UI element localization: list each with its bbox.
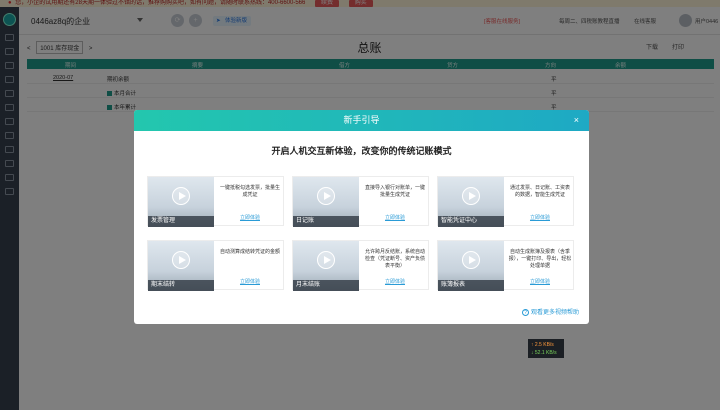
play-icon[interactable] <box>462 187 480 205</box>
card-description: 直接导入银行对账单，一键批量生成凭证 <box>364 185 425 198</box>
try-now-link[interactable]: 立即体验 <box>508 278 572 285</box>
close-icon[interactable]: × <box>574 110 579 131</box>
card-description: 允许跨月反结账，系统自动检查（凭证断号、资产负债表平衡） <box>364 249 425 269</box>
play-icon[interactable] <box>172 251 190 269</box>
try-now-link[interactable]: 立即体验 <box>363 214 427 221</box>
try-now-link[interactable]: 立即体验 <box>218 214 282 221</box>
play-icon[interactable] <box>172 187 190 205</box>
video-thumbnail[interactable]: 智能凭证中心 <box>438 177 504 227</box>
onboarding-modal: 新手引导 × 开启人机交互新体验，改变你的传统记账模式 发票管理 一键抵税勾选发… <box>134 110 589 324</box>
video-thumbnail[interactable]: 期末结转 <box>148 241 214 291</box>
card-description: 通过发票、日记账、工资表的数据，智能生成凭证 <box>509 185 570 198</box>
play-icon[interactable] <box>317 187 335 205</box>
card-name: 发票管理 <box>148 216 214 227</box>
card-name: 期末结转 <box>148 280 214 291</box>
feature-card-journal[interactable]: 日记账 直接导入银行对账单，一键批量生成凭证 立即体验 <box>292 176 429 227</box>
video-thumbnail[interactable]: 月末结账 <box>293 241 359 291</box>
try-now-link[interactable]: 立即体验 <box>218 278 282 285</box>
feature-card-month-close[interactable]: 月末结账 允许跨月反结账，系统自动检查（凭证断号、资产负债表平衡） 立即体验 <box>292 240 429 291</box>
card-name: 账簿报表 <box>438 280 504 291</box>
play-icon[interactable] <box>462 251 480 269</box>
network-speed-widget: ↑ 2.5 KB/s ↓ 52.1 KB/s <box>528 339 564 358</box>
card-description: 自动生成账簿及报表（含季报），一键打印、导出，轻松处理单据 <box>508 249 572 269</box>
video-thumbnail[interactable]: 发票管理 <box>148 177 214 227</box>
card-description: 一键抵税勾选发票，批量生成凭证 <box>219 185 280 198</box>
feature-card-reports[interactable]: 账簿报表 自动生成账簿及报表（含季报），一键打印、导出，轻松处理单据 立即体验 <box>437 240 574 291</box>
card-name: 日记账 <box>293 216 359 227</box>
video-thumbnail[interactable]: 日记账 <box>293 177 359 227</box>
try-now-link[interactable]: 立即体验 <box>508 214 572 221</box>
more-videos-link[interactable]: ? 观看更多视频帮助 <box>521 307 579 316</box>
card-name: 月末结账 <box>293 280 359 291</box>
feature-card-voucher-center[interactable]: 智能凭证中心 通过发票、日记账、工资表的数据，智能生成凭证 立即体验 <box>437 176 574 227</box>
try-now-link[interactable]: 立即体验 <box>363 278 427 285</box>
more-videos-label[interactable]: 观看更多视频帮助 <box>531 310 579 316</box>
modal-title: 新手引导 <box>343 115 380 125</box>
modal-header: 新手引导 × <box>134 110 589 131</box>
download-speed: ↓ 52.1 KB/s <box>531 350 557 356</box>
card-name: 智能凭证中心 <box>438 216 504 227</box>
play-icon[interactable] <box>317 251 335 269</box>
video-thumbnail[interactable]: 账簿报表 <box>438 241 504 291</box>
feature-card-period-close[interactable]: 期末结转 自动测算成结转凭证的金额 立即体验 <box>147 240 284 291</box>
help-icon: ? <box>521 309 529 316</box>
modal-subtitle: 开启人机交互新体验，改变你的传统记账模式 <box>271 146 452 156</box>
card-description: 自动测算成结转凭证的金额 <box>219 249 280 255</box>
upload-speed: ↑ 2.5 KB/s <box>531 342 554 348</box>
feature-card-invoice[interactable]: 发票管理 一键抵税勾选发票，批量生成凭证 立即体验 <box>147 176 284 227</box>
